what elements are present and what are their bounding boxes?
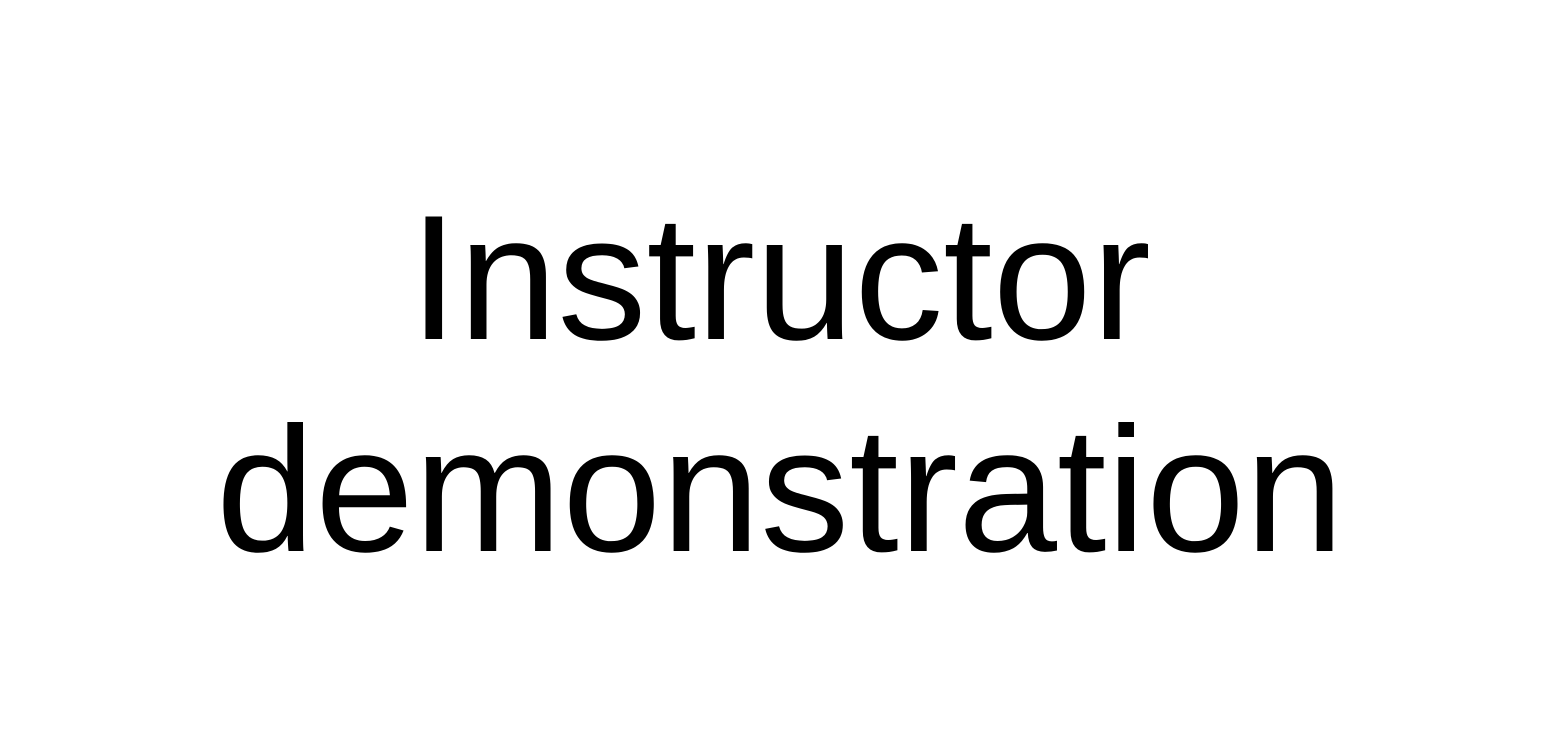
slide-canvas: Instructor demonstration <box>0 0 1560 756</box>
slide-title: Instructor demonstration <box>0 172 1560 596</box>
title-line-2: demonstration <box>216 390 1344 589</box>
title-line-1: Instructor <box>409 178 1151 377</box>
